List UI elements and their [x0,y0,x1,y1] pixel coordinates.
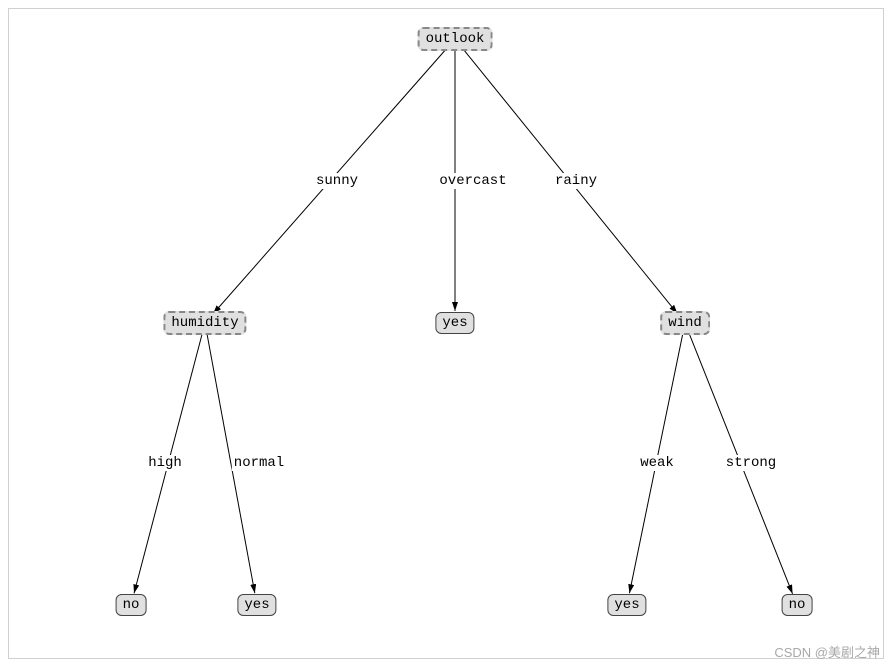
edge-label-wind-no_r: strong [724,455,778,471]
node-outlook: outlook [418,27,493,51]
edge-label-outlook-humidity: sunny [314,173,360,189]
diagram-frame: outlook humidity wind yes no yes yes no sunny ov… [8,8,884,659]
edge-label-outlook-wind: rainy [553,173,599,189]
node-wind: wind [660,311,710,335]
watermark: CSDN @美剧之神 [774,642,880,661]
edge-label-humidity-yes_l: normal [232,455,286,471]
edge-label-humidity-no_l: high [146,455,184,471]
node-no_l: no [116,594,147,616]
node-yes_c: yes [435,312,474,334]
edge-label-outlook-yes_c: overcast [437,173,508,189]
node-yes_l: yes [237,594,276,616]
node-humidity: humidity [163,311,246,335]
node-no_r: no [782,594,813,616]
edge-label-wind-yes_r: weak [638,455,676,471]
node-yes_r: yes [607,594,646,616]
